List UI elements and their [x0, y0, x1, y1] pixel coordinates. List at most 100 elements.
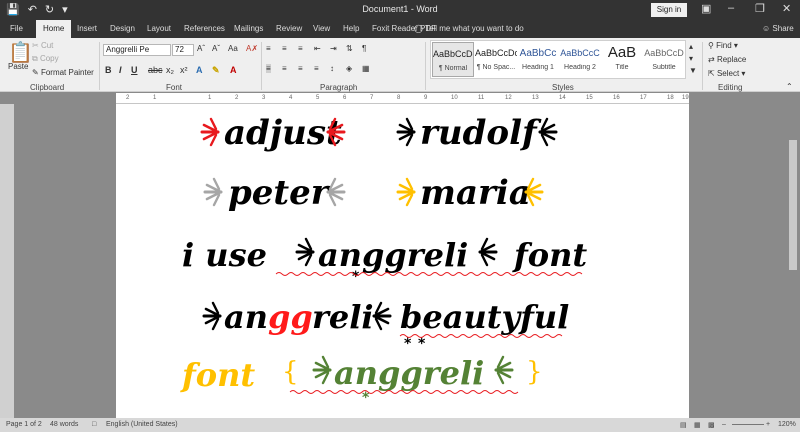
align-right-icon[interactable]: ≡	[298, 64, 303, 73]
strikethrough-icon[interactable]: abc	[148, 65, 163, 75]
ornament-icon	[396, 177, 416, 207]
style-heading-1[interactable]: AaBbCc Heading 1	[517, 42, 559, 77]
divider	[702, 42, 703, 90]
word-count[interactable]: 48 words	[50, 421, 78, 428]
page-count[interactable]: Page 1 of 2	[6, 421, 42, 428]
style-subtitle[interactable]: AaBbCcD Subtitle	[643, 42, 685, 77]
document-page[interactable]: adjust rudolf peter maria i use anggreli…	[116, 104, 689, 418]
tab-insert[interactable]: Insert	[77, 24, 97, 33]
font-size-combobox[interactable]: 72	[172, 44, 194, 56]
copy-icon: ⧉	[32, 54, 38, 63]
ornament-icon	[200, 117, 220, 147]
decrease-indent-icon[interactable]: ⇤	[314, 44, 321, 53]
copy-button[interactable]: ⧉ Copy	[32, 54, 59, 64]
align-center-icon[interactable]: ≡	[282, 64, 287, 73]
styles-scroll-up-icon[interactable]: ▴	[689, 42, 693, 51]
word-peter: peter	[228, 173, 331, 213]
tab-file[interactable]: File	[10, 24, 23, 33]
style-normal[interactable]: AaBbCcDc ¶ Normal	[432, 42, 474, 77]
style-no-spacing[interactable]: AaBbCcDc ¶ No Spac...	[475, 42, 517, 77]
zoom-out-icon[interactable]: –	[722, 421, 726, 428]
subscript-icon[interactable]: x₂	[166, 65, 174, 75]
tab-references[interactable]: References	[184, 24, 225, 33]
highlight-icon[interactable]: ✎	[212, 65, 220, 76]
ornament-icon	[326, 177, 346, 207]
zoom-in-icon[interactable]: +	[766, 421, 770, 428]
bullets-icon[interactable]: ≡	[266, 44, 271, 53]
bold-icon[interactable]: B	[105, 65, 112, 75]
ribbon-display-icon[interactable]: ▣	[701, 2, 711, 15]
ruler-number: 12	[505, 95, 512, 101]
style-preview: AaBbCcDc	[433, 49, 473, 59]
style-preview: AaB	[607, 44, 637, 61]
word-font: font	[512, 236, 587, 274]
grow-font-icon[interactable]: Aˆ	[197, 44, 205, 53]
underline-icon[interactable]: U	[131, 65, 138, 75]
styles-scroll-down-icon[interactable]: ▾	[689, 54, 693, 63]
ruler-number: 10	[451, 95, 458, 101]
italic-icon[interactable]: I	[119, 65, 122, 75]
minimize-icon[interactable]: –	[728, 2, 734, 14]
tab-layout[interactable]: Layout	[147, 24, 171, 33]
share-button[interactable]: ☺ Share	[762, 24, 794, 33]
paste-button[interactable]: Paste	[8, 62, 28, 71]
document-content: adjust rudolf peter maria i use anggreli…	[180, 113, 587, 406]
line-spacing-icon[interactable]: ↕	[330, 64, 334, 73]
title-bar: 💾 ↶ ↻ ▾ Document1 - Word Sign in ▣ – ❐ ✕	[0, 0, 800, 20]
tab-help[interactable]: Help	[343, 24, 359, 33]
font-name-combobox[interactable]: Anggrelli Pe	[103, 44, 171, 56]
zoom-level[interactable]: 120%	[778, 421, 796, 428]
vertical-ruler[interactable]	[0, 104, 14, 418]
cut-label: Cut	[40, 41, 54, 50]
tab-mailings[interactable]: Mailings	[234, 24, 263, 33]
zoom-slider[interactable]	[732, 424, 764, 425]
close-icon[interactable]: ✕	[782, 2, 791, 15]
tab-home[interactable]: Home	[36, 20, 72, 38]
pilcrow-icon[interactable]: ¶	[362, 44, 366, 53]
align-left-icon[interactable]: ≡	[266, 64, 271, 73]
style-name: ¶ No Spac...	[476, 64, 516, 71]
tab-design[interactable]: Design	[110, 24, 135, 33]
style-heading-2[interactable]: AaBbCcC Heading 2	[559, 42, 601, 77]
shading-icon[interactable]: ◈	[346, 64, 352, 73]
web-layout-icon[interactable]: ▩	[708, 421, 715, 429]
style-name: Heading 1	[522, 64, 554, 71]
ruler-number: 19	[682, 95, 689, 101]
ruler-number: 2	[235, 95, 239, 101]
numbering-icon[interactable]: ≡	[282, 44, 287, 53]
font-color-icon[interactable]: A	[230, 65, 237, 75]
word-anggreli-green: anggreli	[334, 354, 484, 392]
proofing-icon[interactable]: □	[92, 421, 96, 428]
ornament-icon	[478, 237, 498, 267]
replace-button[interactable]: ⇄ Replace	[708, 55, 746, 64]
clear-formatting-icon[interactable]: A✗	[246, 44, 258, 53]
tab-view[interactable]: View	[313, 24, 330, 33]
tab-review[interactable]: Review	[276, 24, 302, 33]
horizontal-ruler[interactable]: 2 1 1 2 3 4 5 6 7 8 9 10 11 12 13 14 15 …	[116, 93, 689, 104]
print-layout-icon[interactable]: ▦	[694, 421, 701, 429]
format-painter-button[interactable]: ✎ Format Painter	[32, 68, 94, 77]
style-title[interactable]: AaB Title	[601, 42, 643, 77]
change-case-icon[interactable]: Aa	[228, 44, 238, 53]
sign-in-button[interactable]: Sign in	[651, 3, 687, 17]
multilevel-list-icon[interactable]: ≡	[298, 44, 303, 53]
shrink-font-icon[interactable]: Aˇ	[212, 44, 220, 53]
superscript-icon[interactable]: x²	[180, 65, 188, 75]
ornament-icon	[372, 301, 392, 331]
language-status[interactable]: English (United States)	[106, 421, 178, 428]
styles-more-icon[interactable]: ▼	[689, 66, 697, 75]
scrollbar-thumb[interactable]	[789, 140, 797, 270]
find-button[interactable]: ⚲ Find ▾	[708, 41, 738, 50]
increase-indent-icon[interactable]: ⇥	[330, 44, 337, 53]
borders-icon[interactable]: ▦	[362, 64, 370, 73]
text-effects-icon[interactable]: A	[196, 65, 203, 75]
sort-icon[interactable]: ⇅	[346, 44, 353, 53]
tell-me-search[interactable]: ◯ Tell me what you want to do	[414, 24, 524, 33]
read-mode-icon[interactable]: ▤	[680, 421, 687, 429]
cut-button[interactable]: ✂ Cut	[32, 41, 53, 50]
justify-icon[interactable]: ≡	[314, 64, 319, 73]
vertical-scrollbar[interactable]	[786, 104, 800, 418]
collapse-ribbon-icon[interactable]: ⌃	[786, 82, 793, 91]
select-button[interactable]: ⇱ Select ▾	[708, 69, 745, 78]
maximize-icon[interactable]: ❐	[755, 2, 765, 15]
